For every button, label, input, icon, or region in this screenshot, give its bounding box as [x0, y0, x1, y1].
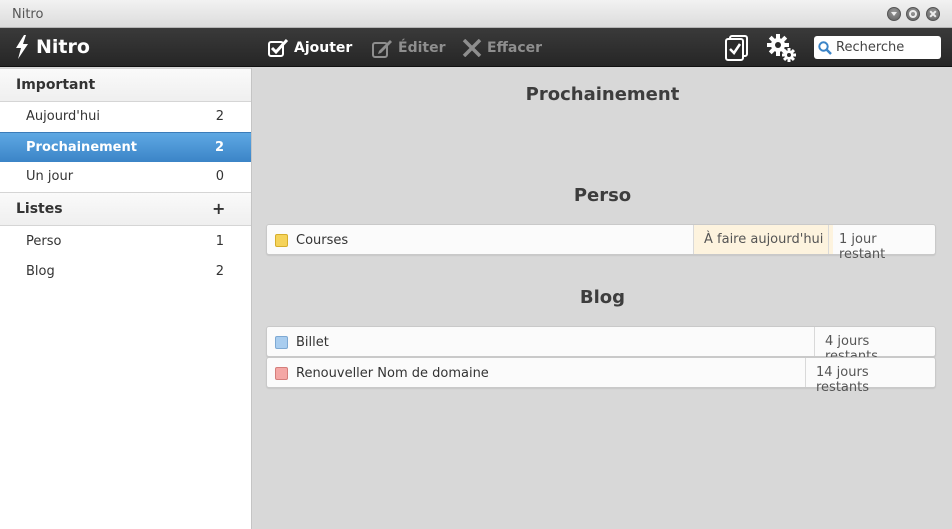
task-color-swatch	[275, 234, 288, 247]
task-remaining: 1 jour restant	[828, 225, 935, 262]
maximize-icon	[909, 10, 917, 18]
task-list-icon	[725, 35, 748, 61]
group-title-blog: Blog	[579, 287, 626, 308]
task-row-domain[interactable]: Renouveller Nom de domaine 14 jours rest…	[266, 357, 936, 395]
sidebar-item-label: Blog	[26, 264, 55, 279]
task-remaining: 4 jours restants	[814, 327, 935, 364]
group-title-perso: Perso	[573, 185, 632, 206]
task-row-courses[interactable]: Courses À faire aujourd'hui 1 jour resta…	[266, 224, 936, 262]
sidebar-item-upcoming[interactable]: Prochainement 2	[0, 132, 251, 162]
sidebar-item-today[interactable]: Aujourd'hui 2	[0, 102, 251, 132]
delete-button-label: Effacer	[487, 40, 543, 56]
sidebar-item-perso[interactable]: Perso 1	[0, 227, 251, 257]
settings-button[interactable]	[767, 34, 797, 66]
sidebar-item-someday[interactable]: Un jour 0	[0, 162, 251, 192]
sidebar-item-label: Perso	[26, 234, 62, 249]
main-content: Prochainement Perso Courses À faire aujo…	[253, 68, 952, 529]
sidebar-heading-label: Listes	[16, 201, 63, 217]
close-icon	[930, 11, 936, 17]
sidebar-item-count: 2	[214, 140, 224, 155]
task-today-badge: À faire aujourd'hui	[693, 225, 834, 254]
sidebar-heading-lists: Listes +	[0, 192, 251, 226]
task-name: Courses	[296, 233, 349, 248]
sidebar-heading-label: Important	[16, 77, 96, 93]
x-icon	[462, 39, 482, 57]
add-list-button[interactable]: +	[212, 199, 225, 218]
pencil-icon	[372, 39, 392, 58]
sidebar-item-label: Prochainement	[26, 140, 137, 155]
task-name: Renouveller Nom de domaine	[296, 366, 489, 381]
brand-name: Nitro	[36, 36, 90, 58]
sidebar-item-blog[interactable]: Blog 2	[0, 257, 251, 287]
add-button[interactable]: Ajouter	[268, 37, 352, 59]
brand: Nitro	[14, 34, 90, 60]
search-box[interactable]	[814, 36, 941, 59]
sidebar-item-label: Aujourd'hui	[26, 109, 100, 124]
task-name: Billet	[296, 335, 329, 350]
sidebar-item-label: Un jour	[26, 169, 74, 184]
search-input[interactable]	[836, 40, 936, 55]
edit-button-label: Éditer	[398, 40, 446, 56]
close-button[interactable]	[926, 7, 940, 21]
tasks-button[interactable]	[725, 35, 749, 65]
minimize-button[interactable]	[887, 7, 901, 21]
task-remaining: 14 jours restants	[805, 358, 935, 395]
delete-button[interactable]: Effacer	[462, 37, 542, 59]
sidebar-item-count: 2	[215, 109, 224, 124]
task-color-swatch	[275, 336, 288, 349]
window-title: Nitro	[12, 7, 44, 22]
add-button-label: Ajouter	[294, 40, 353, 56]
sidebar-item-count: 2	[215, 264, 224, 279]
toolbar: Nitro Ajouter Éditer Effacer	[0, 28, 952, 67]
task-row-billet[interactable]: Billet 4 jours restants	[266, 326, 936, 364]
gear-icon	[767, 34, 796, 62]
search-icon	[818, 40, 832, 55]
window-titlebar: Nitro	[0, 0, 952, 28]
page-title: Prochainement	[525, 84, 680, 105]
edit-button[interactable]: Éditer	[372, 37, 445, 59]
maximize-button[interactable]	[906, 7, 920, 21]
sidebar-item-count: 1	[215, 234, 224, 249]
minimize-icon	[891, 12, 897, 16]
task-color-swatch	[275, 367, 288, 380]
sidebar-item-count: 0	[215, 169, 224, 184]
checkbox-icon	[268, 38, 289, 57]
lightning-icon	[16, 35, 28, 59]
sidebar: Important Aujourd'hui 2 Prochainement 2 …	[0, 68, 252, 529]
sidebar-heading-important: Important	[0, 68, 251, 102]
